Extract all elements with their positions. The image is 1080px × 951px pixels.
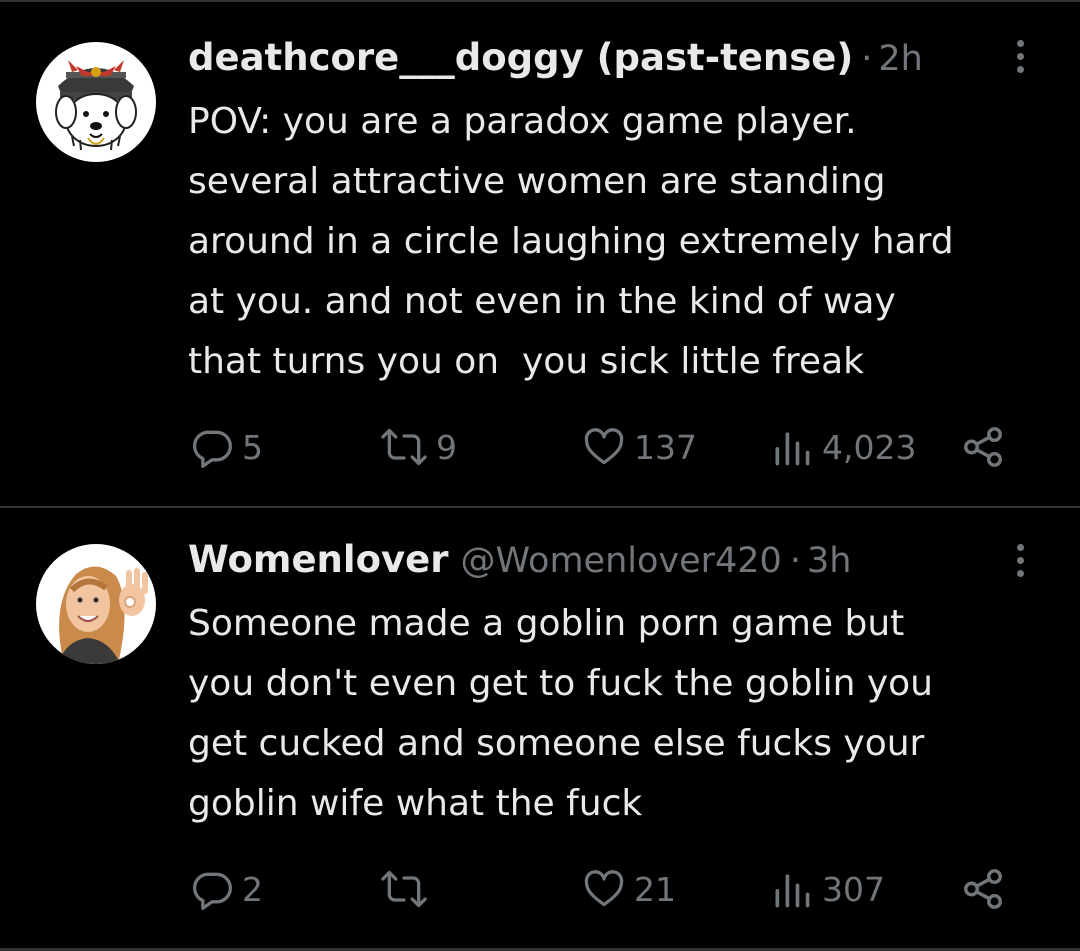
- tweet-text-line: at you. and not even in the kind of way: [188, 281, 896, 322]
- tweet-text: Someone made a goblin porn game but you …: [188, 594, 1058, 834]
- reply-count: 5: [242, 427, 263, 467]
- tweet-text: POV: you are a paradox game player. seve…: [188, 92, 1058, 392]
- tweet-header: deathcore___doggy (past-tense) · 2h: [188, 36, 923, 92]
- timestamp[interactable]: 3h: [807, 541, 851, 581]
- views-button[interactable]: 307: [770, 864, 885, 914]
- share-button[interactable]: [960, 422, 1006, 472]
- reply-count: 2: [242, 869, 263, 909]
- more-options-button[interactable]: [1008, 544, 1032, 584]
- heart-icon: [584, 870, 624, 907]
- like-count: 21: [634, 869, 676, 909]
- views-chart-icon: [775, 432, 810, 466]
- like-button[interactable]: 137: [582, 422, 697, 472]
- retweet-icon: [381, 870, 427, 908]
- more-dot-icon: [1016, 544, 1024, 551]
- views-count: 4,023: [822, 427, 917, 467]
- share-button[interactable]: [960, 864, 1006, 914]
- like-button[interactable]: 21: [582, 864, 676, 914]
- share-icon: [964, 869, 1002, 909]
- tweet-text-line: get cucked and someone else fucks your: [188, 723, 925, 764]
- like-count: 137: [634, 427, 697, 467]
- more-dot-icon: [1016, 40, 1024, 47]
- tweet[interactable]: Womenlover @Womenlover420 · 3h Someone m…: [0, 508, 1080, 948]
- tweet[interactable]: deathcore___doggy (past-tense) · 2h POV:…: [0, 0, 1080, 506]
- header-separator: ·: [789, 541, 801, 581]
- retweet-count: 9: [436, 427, 457, 467]
- tweet-text-line: around in a circle laughing extremely ha…: [188, 221, 954, 262]
- retweet-button[interactable]: [380, 864, 436, 914]
- tweet-actions: 2 21 307: [0, 864, 1080, 914]
- views-button[interactable]: 4,023: [770, 422, 916, 472]
- display-name[interactable]: Womenlover: [188, 538, 448, 581]
- heart-icon: [584, 428, 624, 465]
- reply-icon: [192, 872, 232, 910]
- more-dot-icon: [1016, 557, 1024, 564]
- tweet-actions: 5 9 137 4,023: [0, 422, 1080, 472]
- retweet-button[interactable]: 9: [380, 422, 457, 472]
- display-name[interactable]: deathcore___doggy (past-tense): [188, 36, 853, 79]
- share-icon: [964, 427, 1002, 467]
- retweet-icon: [381, 428, 427, 466]
- tweet-text-line: goblin wife what the fuck: [188, 783, 643, 824]
- avatar[interactable]: [36, 544, 156, 664]
- header-separator: ·: [861, 39, 873, 79]
- views-count: 307: [822, 869, 885, 909]
- more-dot-icon: [1016, 53, 1024, 60]
- dog-samurai-avatar-icon: [36, 42, 156, 162]
- tweet-text-line: that turns you on you sick little freak: [188, 341, 864, 382]
- views-chart-icon: [775, 874, 810, 908]
- reply-button[interactable]: 5: [190, 422, 263, 472]
- tweet-text-line: you don't even get to fuck the goblin yo…: [188, 663, 933, 704]
- reply-icon: [192, 430, 232, 468]
- tweet-text-line: several attractive women are standing: [188, 161, 886, 202]
- avatar[interactable]: [36, 42, 156, 162]
- tweet-text-line: POV: you are a paradox game player.: [188, 101, 857, 142]
- reply-button[interactable]: 2: [190, 864, 263, 914]
- tweet-header: Womenlover @Womenlover420 · 3h: [188, 538, 851, 594]
- username-handle[interactable]: @Womenlover420: [460, 541, 781, 581]
- more-options-button[interactable]: [1008, 40, 1032, 80]
- more-dot-icon: [1016, 570, 1024, 577]
- woman-portrait-avatar-icon: [36, 544, 156, 664]
- more-dot-icon: [1016, 66, 1024, 73]
- timestamp[interactable]: 2h: [878, 39, 922, 79]
- tweet-text-line: Someone made a goblin porn game but: [188, 603, 905, 644]
